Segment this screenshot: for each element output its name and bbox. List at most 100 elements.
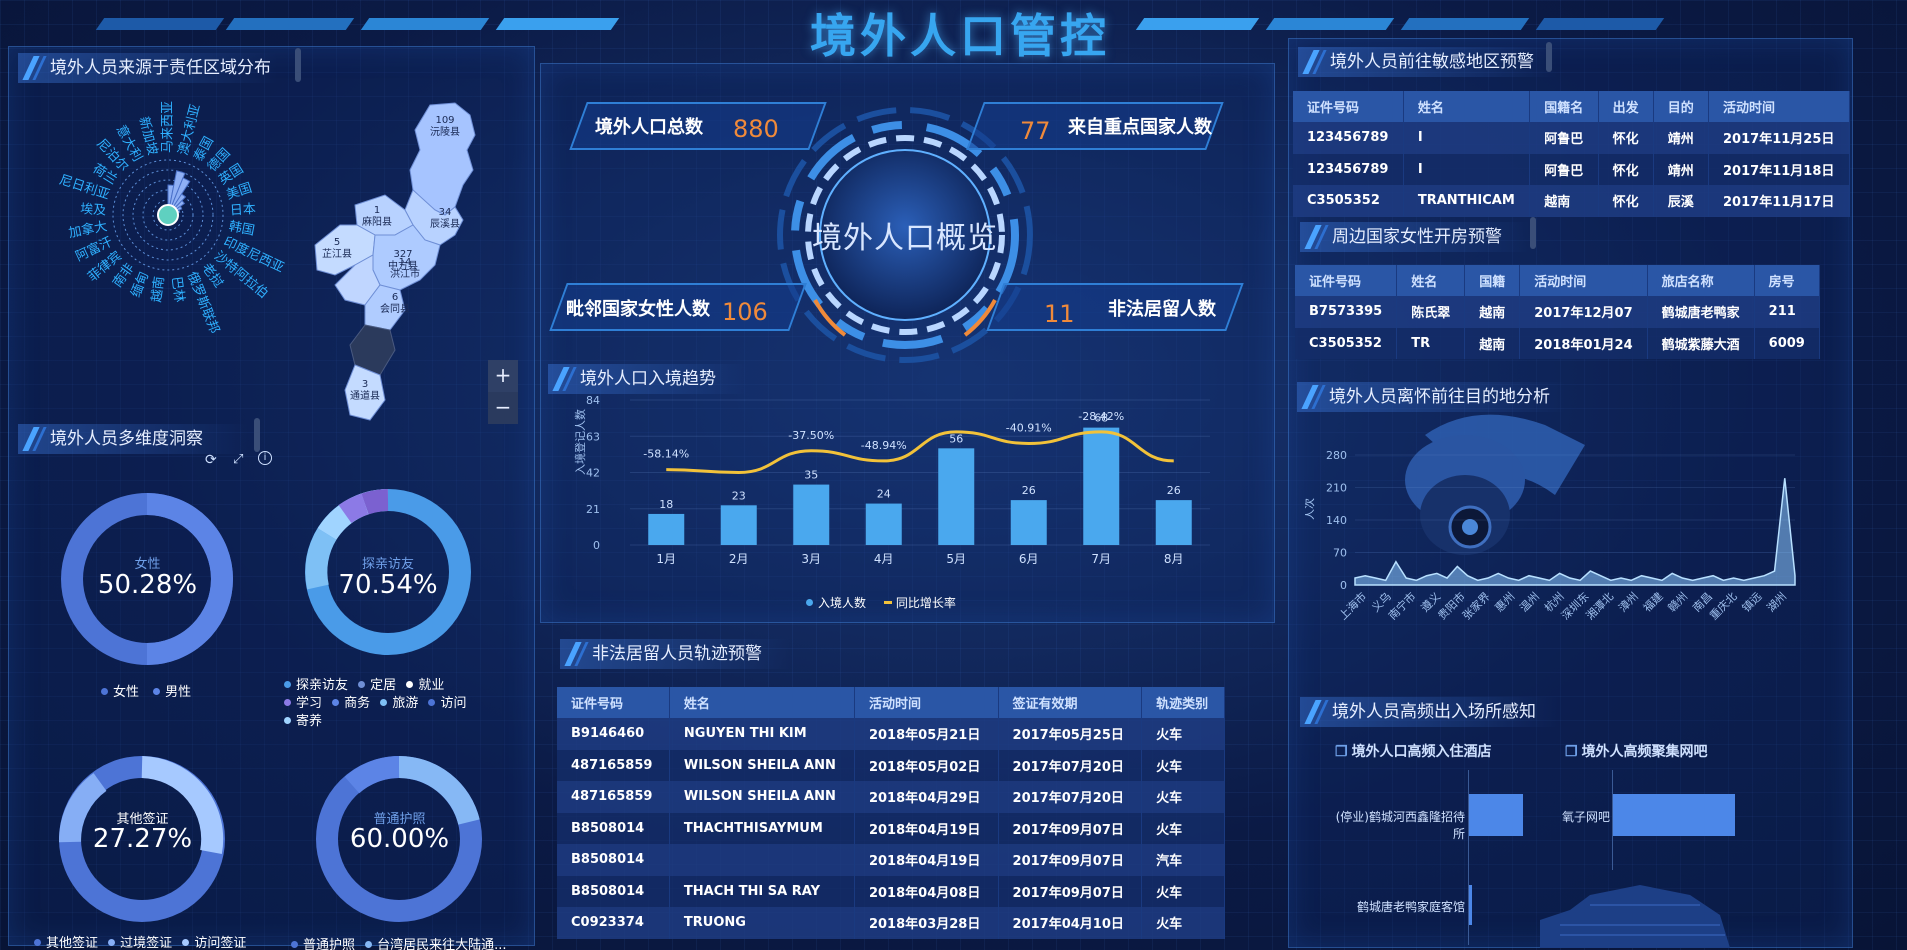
dest-ytick: 140 [1326,514,1347,527]
table-header[interactable]: 国籍名 [1529,91,1599,122]
trend-xtick: 3月 [801,552,821,566]
trend-bar-label: 35 [804,469,818,482]
dest-xtick: 镇远 [1739,589,1764,614]
scroll-handle-2[interactable] [254,418,260,452]
venue-panel-title: 境外人员高频出入场所感知 [1300,697,1560,727]
trend-bar [865,503,902,545]
purpose-legend: 探亲访友 定居 就业 学习 商务 旅游 访问 寄养 [278,677,508,731]
table-cell: I [1403,122,1531,154]
hotel-1-bar[interactable] [1469,794,1523,836]
table-header[interactable]: 证件号码 [557,687,670,718]
table-row[interactable]: 487165859 WILSON SHEILA ANN 2018年05月02日 201… [557,749,1225,781]
table-cell: 火车 [1141,812,1225,844]
table-row[interactable]: B8508014 THACH THI SA RAY 2018年04月08日 2017年… [557,875,1225,907]
map-region-value: 109 [435,115,454,126]
map-region-name: 洪江市 [390,267,420,280]
table-header[interactable]: 国籍 [1464,265,1521,296]
hotel-1-label: (停业)鹤城河西鑫隆招待所 [1335,810,1465,841]
trend-bar [1010,500,1047,545]
table-cell: 2018年04月19日 [854,812,999,844]
table-cell: 2017年07月20日 [998,781,1143,813]
table-cell: 怀化 [1598,122,1654,154]
country-label: 日本 [229,202,256,219]
scroll-handle[interactable] [295,48,301,82]
passport-legend: 普通护照 台湾居民来往大陆通... [285,934,507,950]
country-label: 越南 [149,275,168,303]
trend-growth-label: -58.14% [643,448,689,461]
table-cell: 2018年04月29日 [854,781,999,813]
table-cell: 怀化 [1598,185,1654,217]
window-icon-2: ❐ [1565,744,1578,760]
trend-ylabel: 入境登记人数 [573,409,587,475]
expand-icon[interactable]: ⤢ [233,452,243,467]
dest-xtick: 南宁市 [1385,589,1418,622]
sensitive-table: 证件号码 姓名 国籍名 出发 目的 活动时间 123456789 I 阿鲁巴 怀化 靖州 2017年… [1293,91,1850,217]
table-row[interactable]: B9146460 NGUYEN THI KIM 2018年05月21日 2017年05… [557,718,1225,750]
table-cell: WILSON SHEILA ANN [669,749,855,781]
table-header[interactable]: 房号 [1754,265,1820,296]
table-header[interactable]: 证件号码 [1293,91,1404,122]
table-cell: 2017年04月10日 [998,907,1143,939]
table-header[interactable]: 活动时间 [1708,91,1850,122]
table-row[interactable]: B7573395 陈氏翠 越南 2017年12月07 鹤城唐老鸭家 211 [1295,296,1820,328]
stat-illegal-value: 11 [1044,300,1075,328]
scroll-handle-3[interactable] [1546,42,1552,72]
dest-xtick: 湘潭北 [1583,589,1616,622]
country-label: 埃及 [80,202,107,219]
trend-bar [1083,427,1120,545]
hotel-2-bar[interactable] [1469,885,1472,925]
table-row[interactable]: C3505352 TR 越南 2018年01月24 鹤城紫藤大酒 6009 [1295,327,1820,359]
table-cell: 2017年12月07 [1519,296,1648,328]
table-row[interactable]: B8508014 THACHTHISAYMUM 2018年04月19日 2017年09… [557,812,1225,844]
stat-total-label: 境外人口总数 [595,117,703,138]
gender-legend: 女性 男性 [95,681,191,700]
table-cell: 越南 [1529,185,1599,217]
map-region-name: 通道县 [350,389,380,402]
table-cell: 211 [1754,296,1820,328]
table-header[interactable]: 姓名 [1396,265,1466,296]
table-cell: B8508014 [557,812,670,844]
table-row[interactable]: 123456789 I 阿鲁巴 怀化 靖州 2017年11月25日 [1293,122,1850,154]
table-header[interactable]: 轨迹类别 [1141,687,1225,718]
table-header[interactable]: 姓名 [1403,91,1531,122]
table-row[interactable]: 123456789 I 阿鲁巴 怀化 靖州 2017年11月18日 [1293,153,1850,185]
netbar-1-bar[interactable] [1613,794,1735,836]
table-header[interactable]: 姓名 [669,687,855,718]
trend-chart: 021426384 181月232月353月244月565月266月687月26… [573,395,1210,566]
trend-xtick: 5月 [946,552,966,566]
scroll-handle-4[interactable] [1530,217,1536,249]
table-cell: 2017年09月07日 [998,875,1143,907]
zoom-in-button[interactable]: + [488,360,518,392]
info-icon[interactable]: i [258,451,272,465]
table-cell: C0923374 [557,907,670,939]
table-header[interactable]: 旅店名称 [1647,265,1755,296]
trend-growth-label: -28.42% [1078,410,1124,423]
table-header[interactable]: 签证有效期 [998,687,1143,718]
table-header[interactable]: 活动时间 [854,687,999,718]
table-row[interactable]: B8508014 2018年04月19日 2017年09月07日 汽车 [557,844,1225,876]
trend-growth-label: -40.91% [1006,422,1052,435]
zoom-out-button[interactable]: − [488,392,518,424]
table-cell: 2017年11月17日 [1708,185,1850,217]
table-header[interactable]: 证件号码 [1295,265,1398,296]
dest-xtick: 张家界 [1459,589,1492,622]
table-cell: 火车 [1141,907,1225,939]
trend-xtick: 1月 [656,552,676,566]
refresh-icon[interactable]: ⟳ [205,452,217,468]
trend-bar [648,513,685,545]
table-header[interactable]: 目的 [1653,91,1710,122]
trend-ytick: 0 [593,539,600,552]
trend-bar [938,448,975,545]
trend-ytick: 21 [586,503,600,516]
map-region-name: 麻阳县 [362,215,392,228]
table-header[interactable]: 活动时间 [1519,265,1648,296]
stat-key-value: 77 [1020,117,1051,145]
table-row[interactable]: 487165859 WILSON SHEILA ANN 2018年04月29日 201… [557,781,1225,813]
table-header[interactable]: 出发 [1598,91,1654,122]
table-cell: 阿鲁巴 [1529,153,1599,185]
table-cell: 2017年05月25日 [998,718,1143,750]
table-cell: TR [1396,327,1466,359]
table-row[interactable]: C3505352 TRANTHICAM 越南 怀化 辰溪 2017年11月17日 [1293,185,1850,217]
table-row[interactable]: C0923374 TRUONG 2018年03月28日 2017年04月10日 火车 [557,907,1225,939]
dest-ylabel: 人次 [1305,498,1316,520]
